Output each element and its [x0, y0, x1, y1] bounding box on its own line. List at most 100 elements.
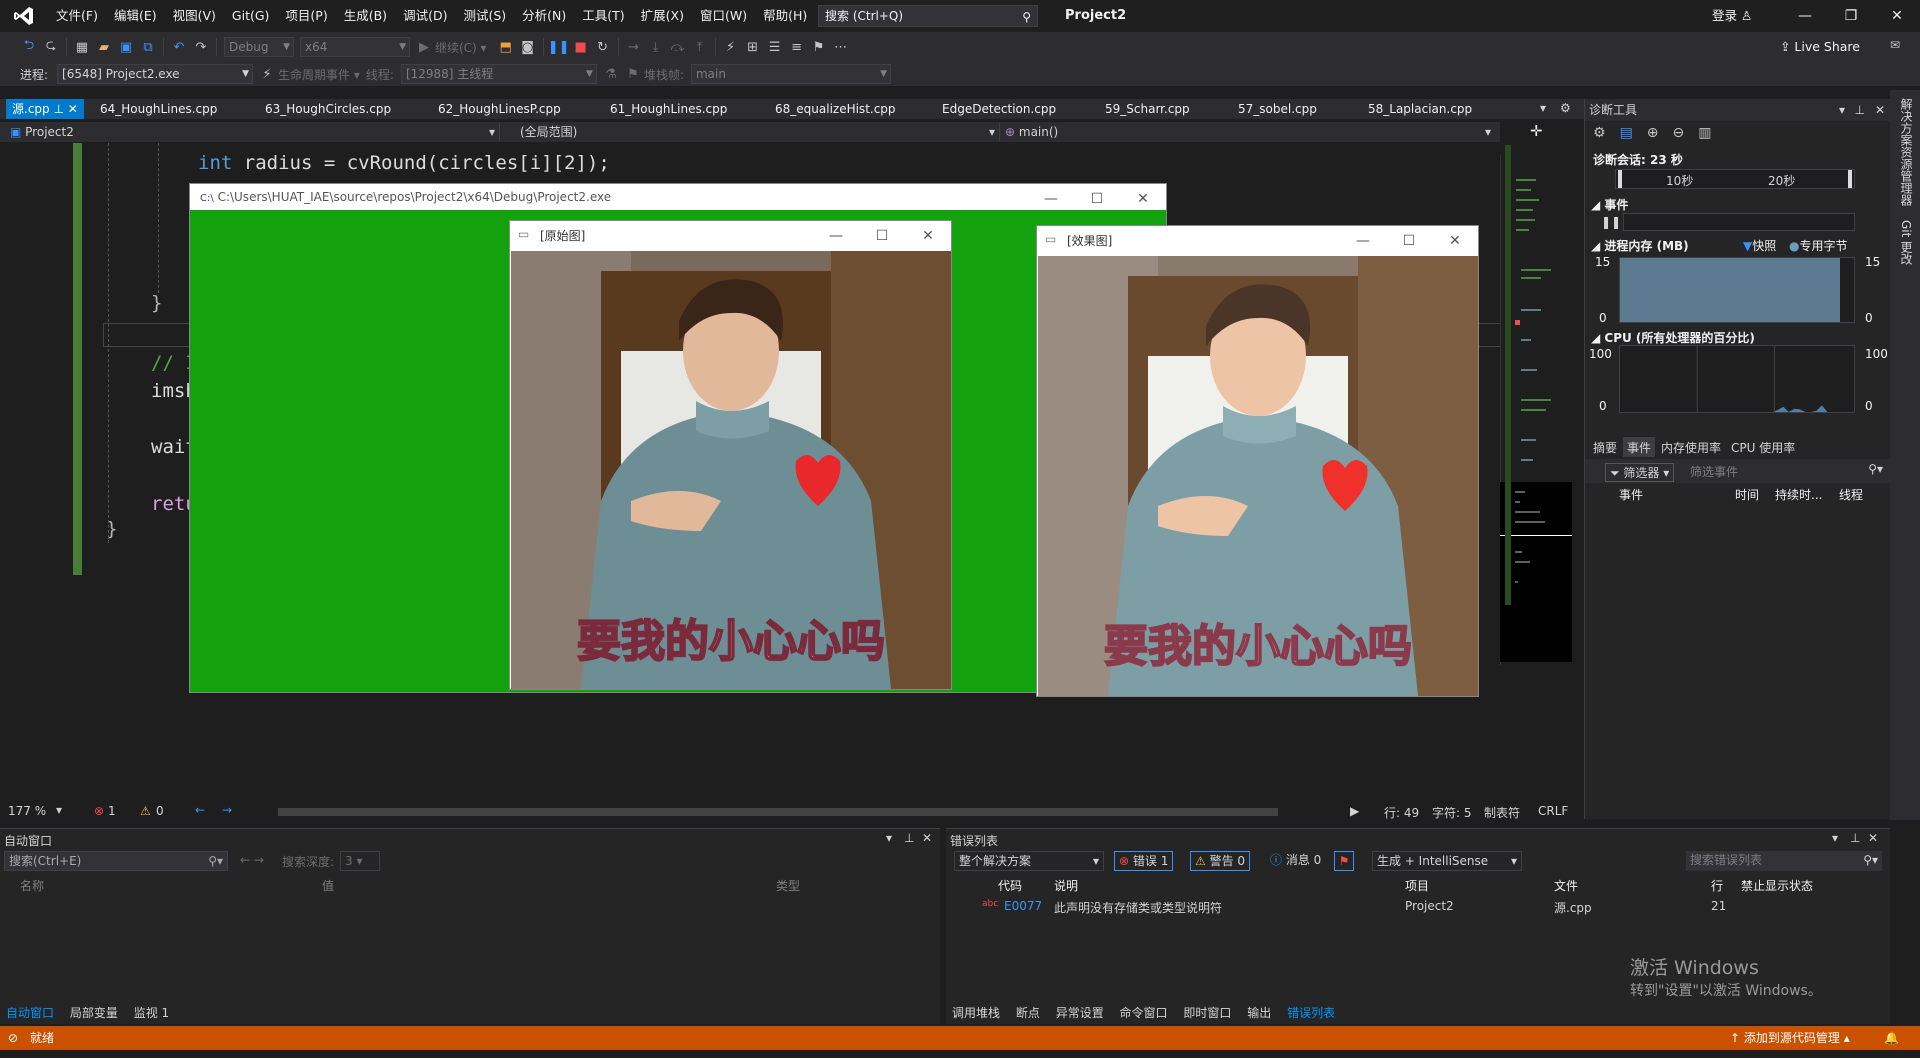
continue-icon[interactable]: ▶: [413, 40, 435, 55]
camera-icon[interactable]: ◙: [517, 40, 539, 55]
search-icon[interactable]: ⚲▾: [1868, 462, 1883, 476]
export-icon[interactable]: ▤: [1620, 125, 1633, 141]
menu-item[interactable]: 工具(T): [574, 0, 632, 32]
feedback-icon[interactable]: ✉: [1890, 38, 1900, 52]
warning-icon[interactable]: ⚠: [140, 804, 151, 818]
close-button[interactable]: ✕: [1432, 226, 1478, 256]
source-control-button[interactable]: ↑ 添加到源代码管理 ▴: [1730, 1026, 1850, 1050]
build-intellisense-select[interactable]: 生成 + IntelliSense ▾: [1372, 851, 1522, 871]
close-button[interactable]: ✕: [1874, 0, 1920, 32]
error-icon[interactable]: ⊗: [94, 804, 104, 818]
tab-immediate-window[interactable]: 即时窗口: [1177, 1002, 1237, 1024]
pin-icon[interactable]: ⊥: [53, 102, 63, 116]
split-window-icon[interactable]: ✛: [1530, 122, 1543, 140]
horizontal-scrollbar-thumb[interactable]: [278, 808, 1278, 816]
col-file[interactable]: 文件: [1554, 877, 1578, 894]
tab-output[interactable]: 输出: [1241, 1002, 1277, 1024]
close-icon[interactable]: ✕: [922, 831, 932, 845]
search-back-icon[interactable]: ← →: [240, 853, 264, 867]
git-changes-tab[interactable]: Git 更改: [1898, 220, 1915, 265]
col-duration[interactable]: 持续时...: [1775, 486, 1822, 503]
tab-file[interactable]: 59_Scharr.cpp: [1105, 99, 1190, 119]
col-event[interactable]: 事件: [1619, 486, 1643, 503]
attach-icon[interactable]: ⬒: [495, 40, 517, 55]
memory-section-title[interactable]: ◢ 进程内存 (MB): [1591, 237, 1689, 254]
col-time[interactable]: 时间: [1735, 486, 1759, 503]
tab-error-list[interactable]: 错误列表: [1281, 1002, 1341, 1024]
tab-locals[interactable]: 局部变量: [64, 1002, 124, 1024]
tab-file[interactable]: 64_HoughLines.cpp: [100, 99, 217, 119]
format-icon[interactable]: ☰: [764, 40, 786, 55]
menu-item[interactable]: 分析(N): [514, 0, 574, 32]
tab-file[interactable]: 62_HoughLinesP.cpp: [438, 99, 561, 119]
effect-image-window[interactable]: [效果图] ▭ — ☐ ✕ 要我的小心心吗: [1036, 225, 1479, 697]
search-input[interactable]: 搜索 (Ctrl+Q) ⚲: [818, 5, 1038, 27]
tab-memory-usage[interactable]: 内存使用率: [1657, 437, 1725, 457]
zoom-level[interactable]: 177 %: [8, 804, 46, 818]
memory-graph[interactable]: [1619, 257, 1855, 323]
filter-errors-icon[interactable]: ⚑: [1334, 851, 1354, 871]
tab-breakpoints[interactable]: 断点: [1010, 1002, 1046, 1024]
new-project-icon[interactable]: ▦: [71, 40, 93, 55]
forward-icon[interactable]: ⮎: [40, 36, 62, 58]
nav-forward-icon[interactable]: →: [222, 803, 232, 817]
search-depth-select[interactable]: 3 ▾: [340, 851, 380, 871]
tab-file[interactable]: 68_equalizeHist.cpp: [775, 99, 896, 119]
menu-item[interactable]: 生成(B): [336, 0, 395, 32]
maximize-button[interactable]: ☐: [1386, 226, 1432, 256]
original-image-window[interactable]: [原始图] ▭ — ☐ ✕ 要我的小心心吗: [509, 220, 952, 690]
menu-item[interactable]: 窗口(W): [692, 0, 755, 32]
platform-select[interactable]: x64 ▼: [300, 37, 410, 57]
col-description[interactable]: 说明: [1054, 877, 1078, 894]
col-project[interactable]: 项目: [1405, 877, 1429, 894]
tab-call-stack[interactable]: 调用堆栈: [946, 1002, 1006, 1024]
pin-icon[interactable]: ⊥: [904, 831, 914, 845]
dropdown-icon[interactable]: ▾: [886, 831, 892, 845]
search-error-list-input[interactable]: 搜索错误列表 ⚲▾: [1686, 851, 1882, 871]
tab-summary[interactable]: 摘要: [1589, 437, 1621, 457]
indent-mode[interactable]: 制表符: [1484, 804, 1520, 821]
timeline-ruler[interactable]: 10秒 20秒: [1615, 169, 1855, 189]
col-name[interactable]: 名称: [20, 877, 44, 894]
close-button[interactable]: ✕: [1120, 184, 1166, 210]
redo-icon[interactable]: ↷: [190, 40, 212, 55]
events-section-title[interactable]: ◢ 事件: [1591, 196, 1628, 213]
more-tools-icon[interactable]: ⋯: [830, 40, 852, 55]
cpu-section-title[interactable]: ◢ CPU (所有处理器的百分比): [1591, 329, 1755, 346]
restore-button[interactable]: ❐: [1828, 0, 1874, 32]
back-icon[interactable]: ⮌: [18, 36, 40, 58]
autos-search-input[interactable]: 搜索(Ctrl+E) ⚲▾: [4, 851, 228, 871]
menu-item[interactable]: 帮助(H): [755, 0, 815, 32]
close-button[interactable]: ✕: [905, 221, 951, 251]
messages-filter-button[interactable]: ⓘ 消息 0: [1266, 851, 1325, 871]
menu-item[interactable]: 扩展(X): [633, 0, 692, 32]
pin-icon[interactable]: ⊥: [1850, 831, 1860, 845]
cpu-graph[interactable]: [1619, 345, 1855, 413]
process-select[interactable]: [6548] Project2.exe ▼: [57, 64, 254, 84]
pause-events-icon[interactable]: ❚❚: [1601, 215, 1621, 229]
close-tab-icon[interactable]: ✕: [68, 102, 78, 116]
solution-explorer-tab[interactable]: 解决方案资源管理器: [1898, 98, 1915, 206]
minimize-button[interactable]: —: [1028, 184, 1074, 210]
col-code[interactable]: 代码: [998, 877, 1022, 894]
tab-cpu-usage[interactable]: CPU 使用率: [1727, 437, 1799, 457]
filter-events-input[interactable]: 筛选事件: [1690, 463, 1738, 480]
dropdown-icon[interactable]: ▾: [1832, 831, 1838, 845]
reset-zoom-icon[interactable]: ▥: [1698, 125, 1711, 141]
menu-item[interactable]: 视图(V): [165, 0, 224, 32]
line-ending[interactable]: CRLF: [1538, 804, 1568, 818]
show-next-statement-icon[interactable]: →: [623, 40, 645, 55]
tab-file[interactable]: 63_HoughCircles.cpp: [265, 99, 391, 119]
errors-filter-button[interactable]: ⊗ 错误 1: [1114, 851, 1174, 871]
save-all-icon[interactable]: ⧉: [137, 40, 159, 55]
stack-frame-select[interactable]: main ▼: [690, 64, 891, 84]
menu-item[interactable]: 测试(S): [455, 0, 514, 32]
menu-item[interactable]: 文件(F): [48, 0, 106, 32]
notifications-icon[interactable]: 🔔: [1884, 1026, 1899, 1050]
scope-select[interactable]: (全局范围) ▾: [520, 123, 1000, 141]
configuration-select[interactable]: Debug ▼: [224, 37, 294, 57]
step-into-icon[interactable]: ⤓: [645, 40, 667, 55]
minimize-button[interactable]: —: [1782, 0, 1828, 32]
tab-exception-settings[interactable]: 异常设置: [1050, 1002, 1110, 1024]
tab-file[interactable]: 61_HoughLines.cpp: [610, 99, 727, 119]
